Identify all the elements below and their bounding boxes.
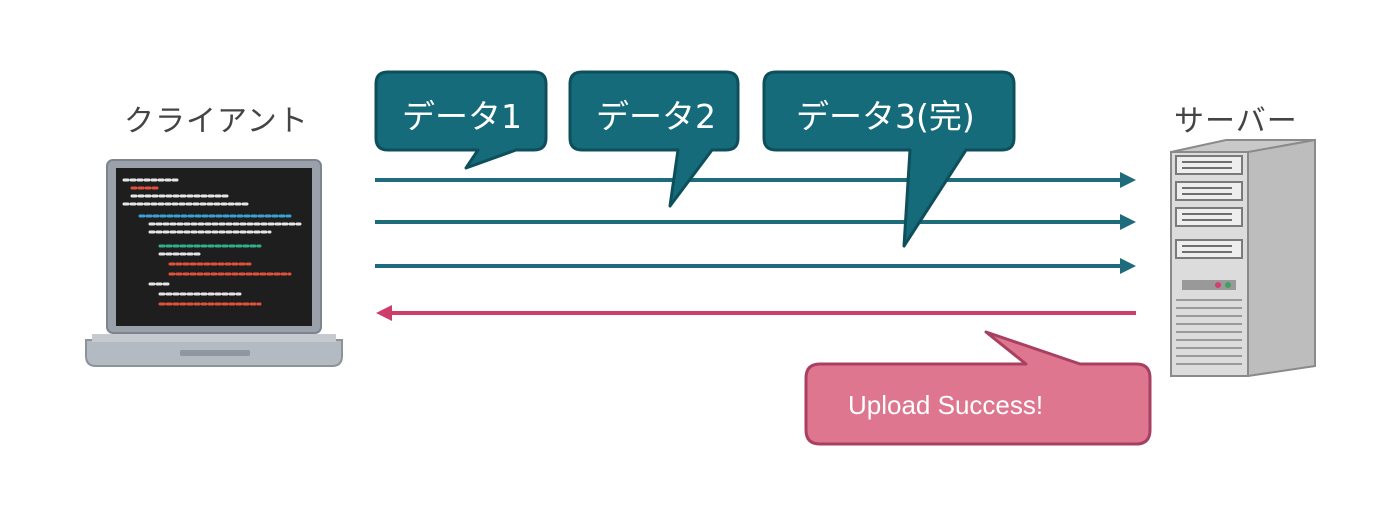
request-arrow-2 bbox=[375, 214, 1136, 230]
request-arrow-3 bbox=[375, 258, 1136, 274]
upload-diagram bbox=[85, 70, 1316, 446]
response-arrow bbox=[376, 305, 1136, 321]
laptop-icon bbox=[85, 159, 343, 367]
upload-success-label: Upload Success! bbox=[848, 390, 1044, 420]
server-icon bbox=[1170, 138, 1316, 378]
success-bubble bbox=[804, 330, 1152, 446]
client-label: クライアント bbox=[124, 104, 309, 139]
data-1-label: データ1 bbox=[402, 97, 522, 136]
data-2-label: データ2 bbox=[596, 97, 716, 136]
request-arrow-1 bbox=[375, 172, 1136, 188]
server-label: サーバー bbox=[1174, 104, 1298, 139]
data-3-label: データ3(完) bbox=[796, 97, 975, 136]
